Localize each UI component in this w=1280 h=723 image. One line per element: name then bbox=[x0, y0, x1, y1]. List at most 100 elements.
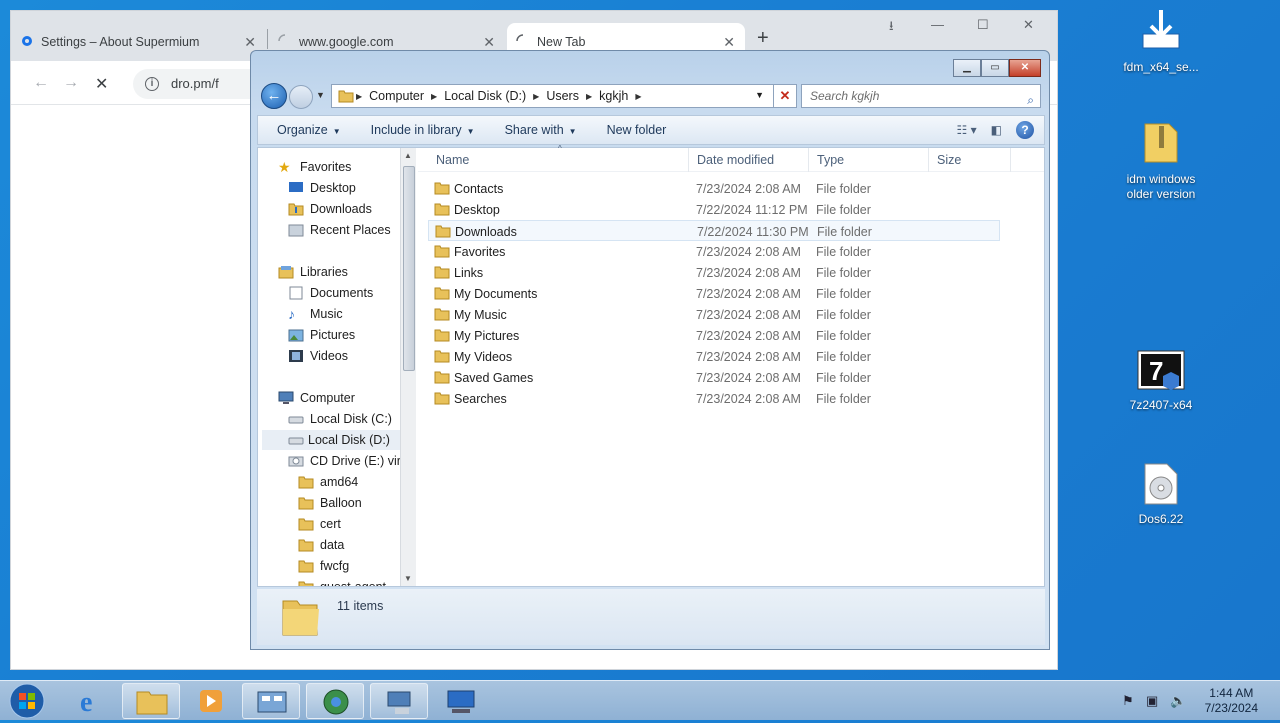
nav-folder-guest-agent[interactable]: guest-agent bbox=[298, 577, 386, 586]
nav-music[interactable]: ♪ Music bbox=[288, 304, 343, 324]
computer-icon bbox=[278, 391, 294, 404]
nav-desktop[interactable]: Desktop bbox=[288, 178, 356, 198]
minimize-icon[interactable]: — bbox=[931, 17, 944, 32]
chevron-right-icon[interactable]: ▶ bbox=[635, 92, 641, 101]
taskbar-media-player[interactable] bbox=[182, 683, 240, 719]
nav-drive-e[interactable]: CD Drive (E:) virti bbox=[288, 451, 407, 471]
nav-videos[interactable]: Videos bbox=[288, 346, 348, 366]
table-row[interactable]: Saved Games 7/23/2024 2:08 AM File folder bbox=[428, 367, 1000, 388]
nav-scrollbar[interactable]: ▲ ▼ bbox=[400, 148, 416, 586]
taskbar-control-panel[interactable] bbox=[242, 683, 300, 719]
nav-folder-cert[interactable]: cert bbox=[298, 514, 341, 534]
back-button[interactable]: ← bbox=[261, 83, 287, 109]
scroll-up-icon[interactable]: ▲ bbox=[404, 151, 412, 160]
help-icon[interactable]: ? bbox=[1016, 121, 1034, 139]
forward-button[interactable] bbox=[289, 85, 313, 109]
clear-address-button[interactable]: ✕ bbox=[773, 84, 797, 108]
maximize-button[interactable]: ▭ bbox=[981, 59, 1009, 77]
search-input[interactable]: Search kgkjh ⌕ bbox=[801, 84, 1041, 108]
preview-pane-icon[interactable]: ◧ bbox=[991, 123, 1002, 137]
chevron-down-icon[interactable]: ▼ bbox=[755, 90, 764, 100]
nav-documents[interactable]: Documents bbox=[288, 283, 373, 303]
nav-folder-fwcfg[interactable]: fwcfg bbox=[298, 556, 349, 576]
volume-muted-icon[interactable]: 🔈 bbox=[1170, 693, 1186, 709]
breadcrumb-item[interactable]: Computer bbox=[369, 89, 424, 103]
system-clock[interactable]: 1:44 AM 7/23/2024 bbox=[1205, 686, 1258, 716]
nav-favorites[interactable]: ★ Favorites bbox=[278, 157, 351, 177]
network-tray-icon[interactable]: ▣ bbox=[1146, 693, 1158, 709]
close-window-icon[interactable]: ✕ bbox=[1023, 17, 1034, 33]
nav-recent-places[interactable]: Recent Places bbox=[288, 220, 391, 240]
close-icon[interactable]: ✕ bbox=[483, 34, 495, 51]
desktop-icon-idm[interactable]: idm windows older version bbox=[1116, 120, 1206, 202]
back-arrow-icon[interactable]: ← bbox=[33, 74, 49, 92]
tab-settings[interactable]: Settings – About Supermium ✕ bbox=[11, 23, 266, 61]
action-center-flag-icon[interactable]: ⚑ bbox=[1122, 693, 1134, 709]
taskbar-remote-desktop[interactable] bbox=[432, 683, 490, 719]
table-row[interactable]: Contacts 7/23/2024 2:08 AM File folder bbox=[428, 178, 1000, 199]
taskbar-network[interactable] bbox=[370, 683, 428, 719]
column-divider[interactable] bbox=[808, 148, 809, 172]
share-with-button[interactable]: Share with ▼ bbox=[505, 123, 577, 137]
breadcrumb-item[interactable]: Local Disk (D:) bbox=[444, 89, 526, 103]
download-indicator-icon[interactable]: ⭳ bbox=[889, 17, 894, 39]
breadcrumb-item[interactable]: kgkjh bbox=[599, 89, 628, 103]
column-divider[interactable] bbox=[688, 148, 689, 172]
minimize-button[interactable]: ▁ bbox=[953, 59, 981, 77]
desktop-icon-dos[interactable]: Dos6.22 bbox=[1116, 462, 1206, 527]
column-name[interactable]: Name bbox=[436, 153, 469, 167]
column-divider[interactable] bbox=[1010, 148, 1011, 172]
start-button[interactable] bbox=[8, 683, 46, 719]
taskbar-explorer[interactable] bbox=[122, 683, 180, 719]
taskbar-browser[interactable] bbox=[306, 683, 364, 719]
table-row[interactable]: My Music 7/23/2024 2:08 AM File folder bbox=[428, 304, 1000, 325]
table-row[interactable]: My Documents 7/23/2024 2:08 AM File folder bbox=[428, 283, 1000, 304]
nav-downloads[interactable]: Downloads bbox=[288, 199, 372, 219]
desktop-icon-7zip[interactable]: 7 7z2407-x64 bbox=[1116, 350, 1206, 413]
close-icon[interactable]: ✕ bbox=[723, 34, 735, 51]
organize-button[interactable]: Organize ▼ bbox=[277, 123, 341, 137]
close-icon[interactable]: ✕ bbox=[244, 34, 256, 51]
table-row[interactable]: Favorites 7/23/2024 2:08 AM File folder bbox=[428, 241, 1000, 262]
column-date-modified[interactable]: Date modified bbox=[697, 153, 774, 167]
table-row[interactable]: My Videos 7/23/2024 2:08 AM File folder bbox=[428, 346, 1000, 367]
new-tab-plus-icon[interactable]: + bbox=[757, 27, 769, 50]
chevron-right-icon[interactable]: ▶ bbox=[356, 92, 362, 101]
table-row[interactable]: Searches 7/23/2024 2:08 AM File folder bbox=[428, 388, 1000, 409]
scroll-down-icon[interactable]: ▼ bbox=[404, 574, 412, 583]
forward-arrow-icon[interactable]: → bbox=[63, 74, 79, 92]
change-view-icon[interactable]: ☷ ▾ bbox=[957, 123, 977, 137]
recent-pages-dropdown-icon[interactable]: ▼ bbox=[316, 90, 325, 100]
7zip-icon: 7 bbox=[1137, 350, 1185, 390]
taskbar-internet-explorer[interactable]: e bbox=[62, 683, 120, 719]
table-row[interactable]: My Pictures 7/23/2024 2:08 AM File folder bbox=[428, 325, 1000, 346]
table-row[interactable]: Links 7/23/2024 2:08 AM File folder bbox=[428, 262, 1000, 283]
table-row[interactable]: Desktop 7/22/2024 11:12 PM File folder bbox=[428, 199, 1000, 220]
breadcrumb-item[interactable]: Users bbox=[546, 89, 579, 103]
column-divider[interactable] bbox=[928, 148, 929, 172]
close-button[interactable]: ✕ bbox=[1009, 59, 1041, 77]
chevron-right-icon[interactable]: ▶ bbox=[533, 92, 539, 101]
chevron-right-icon[interactable]: ▶ bbox=[586, 92, 592, 101]
nav-drive-c[interactable]: Local Disk (C:) bbox=[288, 409, 392, 429]
nav-folder-data[interactable]: data bbox=[298, 535, 344, 555]
column-type[interactable]: Type bbox=[817, 153, 844, 167]
column-size[interactable]: Size bbox=[937, 153, 961, 167]
desktop-icon-fdm[interactable]: fdm_x64_se... bbox=[1116, 8, 1206, 75]
include-in-library-button[interactable]: Include in library ▼ bbox=[371, 123, 475, 137]
maximize-icon[interactable]: ☐ bbox=[977, 17, 989, 33]
nav-folder-amd64[interactable]: amd64 bbox=[298, 472, 358, 492]
table-row[interactable]: Downloads 7/22/2024 11:30 PM File folder bbox=[428, 220, 1000, 241]
scrollbar-thumb[interactable] bbox=[403, 166, 415, 371]
nav-libraries[interactable]: Libraries bbox=[278, 262, 348, 282]
new-folder-button[interactable]: New folder bbox=[607, 123, 667, 137]
nav-pictures[interactable]: Pictures bbox=[288, 325, 355, 345]
search-icon[interactable]: ⌕ bbox=[1027, 89, 1034, 111]
info-icon[interactable]: i bbox=[145, 77, 159, 91]
nav-computer[interactable]: Computer bbox=[278, 388, 355, 408]
nav-drive-d[interactable]: Local Disk (D:) bbox=[262, 430, 402, 450]
chevron-right-icon[interactable]: ▶ bbox=[431, 92, 437, 101]
stop-loading-icon[interactable]: ✕ bbox=[95, 74, 108, 94]
nav-folder-balloon[interactable]: Balloon bbox=[298, 493, 362, 513]
breadcrumb[interactable]: ▶ Computer ▶ Local Disk (D:) ▶ Users ▶ k… bbox=[331, 84, 795, 108]
